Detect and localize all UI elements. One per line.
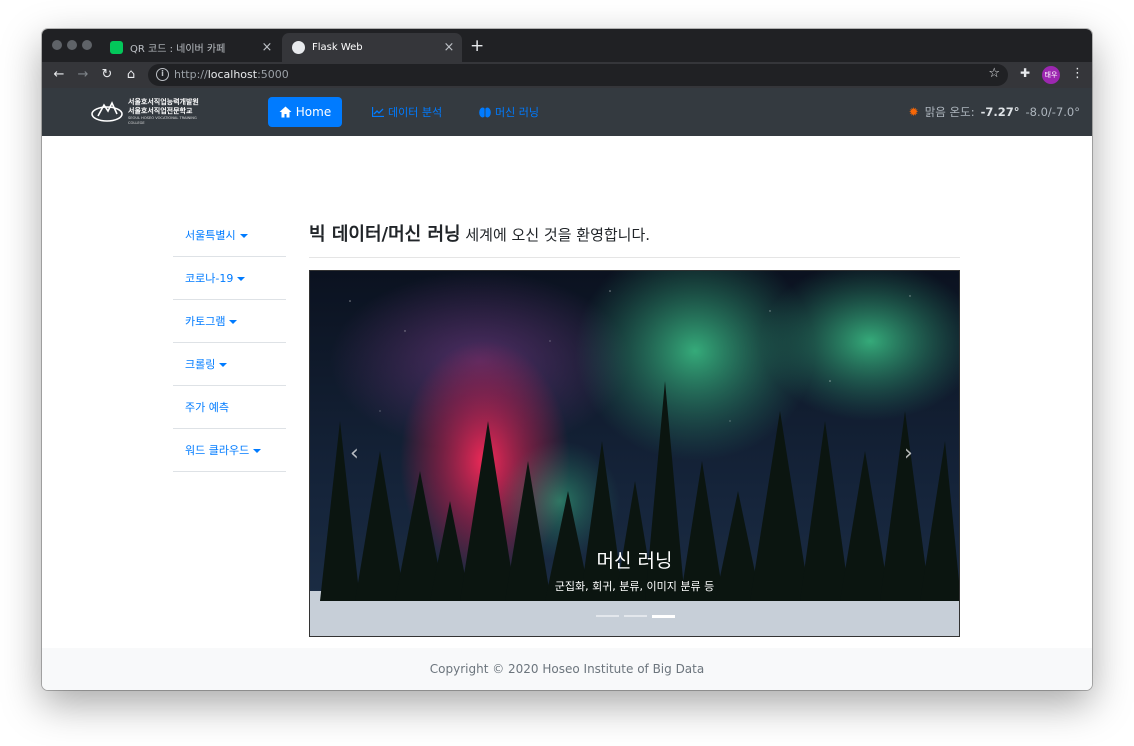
close-window-dot[interactable]: [52, 40, 62, 50]
caret-down-icon: [239, 234, 248, 238]
current-temperature: -7.27°: [980, 105, 1020, 119]
carousel-indicators: [596, 615, 675, 618]
carousel-prev-icon[interactable]: ‹: [350, 441, 359, 466]
brain-icon: [479, 107, 491, 117]
carousel-indicator-1[interactable]: [596, 615, 619, 617]
sidebar-item-seoul[interactable]: 서울특별시: [173, 214, 286, 257]
tab-flask-web[interactable]: Flask Web ×: [282, 33, 462, 62]
sidebar-item-cartogram[interactable]: 카토그램: [173, 300, 286, 343]
url-text[interactable]: http://localhost:5000: [174, 68, 289, 81]
house-icon: [279, 106, 292, 118]
caret-down-icon: [219, 363, 228, 367]
line-chart-icon: [372, 107, 384, 117]
url-host: localhost: [207, 68, 258, 81]
machine-learning-label: 머신 러닝: [495, 106, 539, 119]
sidebar-item-label: 크롤링: [185, 358, 216, 371]
page-content: 서울특별시 코로나-19 카토그램 크롤링 주가 예측 워드 클라우드 빅 데이…: [42, 136, 1092, 648]
address-bar[interactable]: i http://localhost:5000 ☆: [148, 64, 1008, 86]
bookmark-star-icon[interactable]: ☆: [988, 66, 1000, 81]
page-title: 빅 데이터/머신 러닝 세계에 오신 것을 환영합니다.: [309, 220, 960, 258]
sun-icon: ✹: [908, 105, 919, 119]
page-title-rest: 세계에 오신 것을 환영합니다.: [460, 226, 651, 244]
logo-emblem-icon: [91, 101, 123, 122]
carousel-indicator-3[interactable]: [652, 615, 675, 618]
machine-learning-nav-link[interactable]: 머신 러닝: [479, 104, 539, 120]
naver-cafe-favicon-icon: [110, 41, 123, 54]
sidebar-item-stock-prediction[interactable]: 주가 예측: [173, 386, 286, 429]
copyright-text: Copyright © 2020 Hoseo Institute of Big …: [429, 662, 705, 676]
url-scheme: http://: [174, 68, 208, 81]
profile-avatar[interactable]: 태우: [1042, 66, 1060, 84]
logo-line1: 서울호서직업능력개발원: [128, 98, 199, 106]
sidebar-item-label: 워드 클라우드: [185, 444, 250, 457]
menu-kebab-icon[interactable]: ⋮: [1071, 66, 1084, 81]
caret-down-icon: [229, 320, 238, 324]
reload-icon[interactable]: ↻: [98, 66, 116, 84]
browser-window: QR 코드 : 네이버 카페 × Flask Web × + ← → ↻ ⌂ i…: [42, 29, 1092, 690]
site-navbar: 서울호서직업능력개발원 서울호서직업전문학교 SEOUL HOSEO VOCAT…: [42, 88, 1092, 136]
minimize-window-dot[interactable]: [67, 40, 77, 50]
sidebar-menu: 서울특별시 코로나-19 카토그램 크롤링 주가 예측 워드 클라우드: [173, 214, 286, 472]
new-tab-icon[interactable]: +: [470, 36, 484, 56]
logo-small-text: SEOUL HOSEO VOCATIONAL TRAINING COLLEGE: [128, 116, 197, 125]
home-nav-label: Home: [295, 105, 332, 119]
caret-down-icon: [253, 449, 262, 453]
zoom-window-dot[interactable]: [82, 40, 92, 50]
weather-label: 맑음 온도:: [924, 105, 975, 119]
tab-title: Flask Web: [312, 42, 363, 53]
tab-strip: QR 코드 : 네이버 카페 × Flask Web × +: [42, 29, 1092, 62]
carousel-indicator-2[interactable]: [624, 615, 647, 617]
back-arrow-icon[interactable]: ←: [50, 66, 68, 84]
school-logo[interactable]: 서울호서직업능력개발원 서울호서직업전문학교 SEOUL HOSEO VOCAT…: [90, 97, 200, 127]
sidebar-item-corona[interactable]: 코로나-19: [173, 257, 286, 300]
site-footer: Copyright © 2020 Hoseo Institute of Big …: [42, 648, 1092, 690]
sidebar-item-label: 서울특별시: [185, 229, 236, 242]
sidebar-item-crawling[interactable]: 크롤링: [173, 343, 286, 386]
weather-widget: ✹ 맑음 온도: -7.27° -8.0/-7.0°: [909, 104, 1080, 120]
home-nav-button[interactable]: Home: [268, 97, 342, 127]
home-icon[interactable]: ⌂: [122, 66, 140, 84]
sidebar-item-label: 카토그램: [185, 315, 226, 328]
sidebar-item-label: 주가 예측: [185, 401, 229, 414]
extensions-puzzle-icon[interactable]: ✚: [1020, 66, 1030, 80]
forward-arrow-icon[interactable]: →: [74, 66, 92, 84]
sidebar-item-label: 코로나-19: [185, 272, 234, 285]
image-carousel[interactable]: ‹ › 머신 러닝 군집화, 회귀, 분류, 이미지 분류 등: [309, 270, 960, 637]
logo-text: 서울호서직업능력개발원 서울호서직업전문학교 SEOUL HOSEO VOCAT…: [128, 98, 200, 126]
caret-down-icon: [237, 277, 246, 281]
url-port: :5000: [257, 68, 289, 81]
carousel-next-icon[interactable]: ›: [904, 441, 913, 466]
carousel-caption-text: 군집화, 회귀, 분류, 이미지 분류 등: [554, 580, 715, 593]
data-analysis-label: 데이터 분석: [388, 106, 443, 119]
logo-line2: 서울호서직업전문학교: [128, 107, 193, 115]
sidebar-item-word-cloud[interactable]: 워드 클라우드: [173, 429, 286, 472]
info-icon[interactable]: i: [156, 68, 169, 81]
tab-title: QR 코드 : 네이버 카페: [130, 44, 226, 55]
browser-toolbar: ← → ↻ ⌂ i http://localhost:5000 ☆ ✚ 태우 ⋮: [42, 62, 1092, 88]
temperature-range: -8.0/-7.0°: [1025, 105, 1080, 119]
data-analysis-nav-link[interactable]: 데이터 분석: [372, 104, 442, 120]
close-tab-icon[interactable]: ×: [258, 40, 276, 55]
close-tab-icon[interactable]: ×: [440, 40, 458, 55]
globe-icon: [292, 41, 305, 54]
carousel-caption-title: 머신 러닝: [596, 550, 673, 572]
tab-qr-code[interactable]: QR 코드 : 네이버 카페 ×: [100, 33, 280, 62]
page-title-strong: 빅 데이터/머신 러닝: [309, 224, 461, 245]
